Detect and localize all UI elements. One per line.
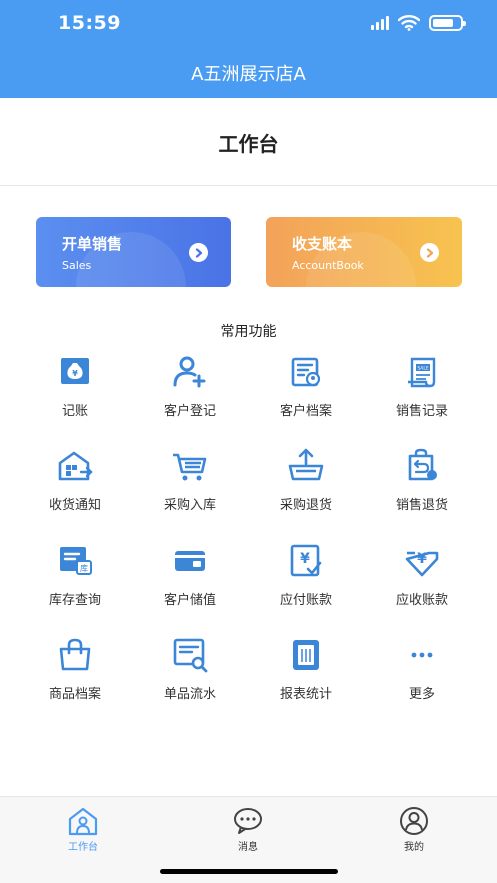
function-customer-register[interactable]: 客户登记 [130, 352, 250, 419]
function-label: 客户储值 [163, 593, 216, 608]
status-time: 15:59 [58, 12, 121, 34]
account-book-card-title: 收支账本 [292, 235, 353, 253]
function-label: 商品档案 [48, 687, 101, 702]
home-indicator [160, 869, 338, 874]
function-stored-value[interactable]: 客户储值 [130, 541, 250, 608]
warehouse-icon [58, 451, 93, 481]
function-inventory-query[interactable]: 库 库存查询 [15, 541, 135, 608]
receivable-icon: ¥ [405, 551, 439, 577]
function-accounts-payable[interactable]: ¥ 应付账款 [246, 541, 366, 608]
function-label: 客户档案 [279, 404, 332, 419]
account-book-card[interactable]: 收支账本 AccountBook [266, 217, 462, 287]
payable-doc-icon: ¥ [290, 544, 322, 577]
function-sales-record[interactable]: SALE 销售记录 [362, 352, 482, 419]
account-book-card-subtitle: AccountBook [292, 259, 364, 272]
tab-workbench[interactable]: 工作台 [43, 806, 123, 853]
chevron-right-icon [420, 243, 439, 262]
function-product-file[interactable]: 商品档案 [15, 635, 135, 702]
home-person-icon [68, 807, 98, 836]
tab-label: 工作台 [68, 842, 98, 853]
function-label: 应付账款 [279, 593, 332, 608]
status-icons [371, 15, 466, 31]
function-purchase-return[interactable]: 采购退货 [246, 446, 366, 513]
chat-bubble-icon [234, 808, 262, 834]
function-item-flow[interactable]: 单品流水 [130, 635, 250, 702]
function-accounts-receivable[interactable]: ¥ 应收账款 [362, 541, 482, 608]
return-bag-icon [408, 448, 437, 481]
function-label: 记账 [61, 404, 88, 419]
function-label: 报表统计 [279, 687, 332, 702]
return-basket-icon [288, 448, 324, 481]
function-purchase-in[interactable]: 采购入库 [130, 446, 250, 513]
divider [0, 185, 497, 186]
profile-icon [400, 807, 428, 835]
function-label: 应收账款 [395, 593, 448, 608]
function-label: 采购退货 [279, 498, 332, 513]
section-title: 常用功能 [220, 324, 277, 340]
function-label: 库存查询 [48, 593, 101, 608]
function-label: 更多 [408, 687, 435, 702]
report-book-icon [293, 640, 319, 670]
wifi-icon [398, 15, 420, 31]
sales-card[interactable]: 开单销售 Sales [36, 217, 231, 287]
function-label: 销售记录 [395, 404, 448, 419]
function-label: 收货通知 [48, 498, 101, 513]
svg-text:¥: ¥ [417, 551, 427, 567]
sales-card-title: 开单销售 [62, 235, 123, 253]
tab-bar: 工作台 消息 我的 [0, 796, 497, 883]
customer-file-icon [291, 357, 321, 387]
search-doc-icon [173, 638, 208, 673]
page-title: 工作台 [218, 132, 279, 156]
sales-scroll-icon: SALE [408, 357, 436, 388]
chevron-right-icon [189, 243, 208, 262]
svg-text:库: 库 [80, 563, 88, 573]
money-bag-icon: ¥ [61, 358, 89, 384]
more-dots-icon [411, 652, 433, 658]
function-bookkeeping[interactable]: ¥ 记账 [15, 352, 135, 419]
stored-value-card-icon [175, 551, 205, 571]
tab-label: 我的 [404, 842, 424, 853]
svg-text:¥: ¥ [72, 369, 78, 378]
function-customer-file[interactable]: 客户档案 [246, 352, 366, 419]
store-name: A五洲展示店A [191, 64, 306, 85]
shopping-bag-icon [59, 638, 91, 671]
function-more[interactable]: 更多 [362, 635, 482, 702]
function-label: 采购入库 [163, 498, 216, 513]
signal-icon [371, 16, 389, 30]
add-user-icon [173, 356, 206, 388]
shopping-cart-icon [173, 453, 207, 481]
function-report-stats[interactable]: 报表统计 [246, 635, 366, 702]
battery-icon [429, 15, 466, 31]
top-bar: 15:59 A五洲展示店A [0, 0, 497, 98]
sales-card-subtitle: Sales [62, 259, 92, 272]
tab-mine[interactable]: 我的 [374, 806, 454, 853]
function-label: 客户登记 [163, 404, 216, 419]
svg-text:¥: ¥ [300, 551, 310, 567]
function-label: 销售退货 [395, 498, 448, 513]
svg-text:SALE: SALE [417, 366, 429, 372]
function-sales-return[interactable]: 销售退货 [362, 446, 482, 513]
tab-label: 消息 [238, 842, 258, 853]
inventory-doc-icon: 库 [60, 547, 92, 575]
function-receive-notice[interactable]: 收货通知 [15, 446, 135, 513]
function-label: 单品流水 [163, 687, 216, 702]
tab-messages[interactable]: 消息 [208, 806, 288, 853]
